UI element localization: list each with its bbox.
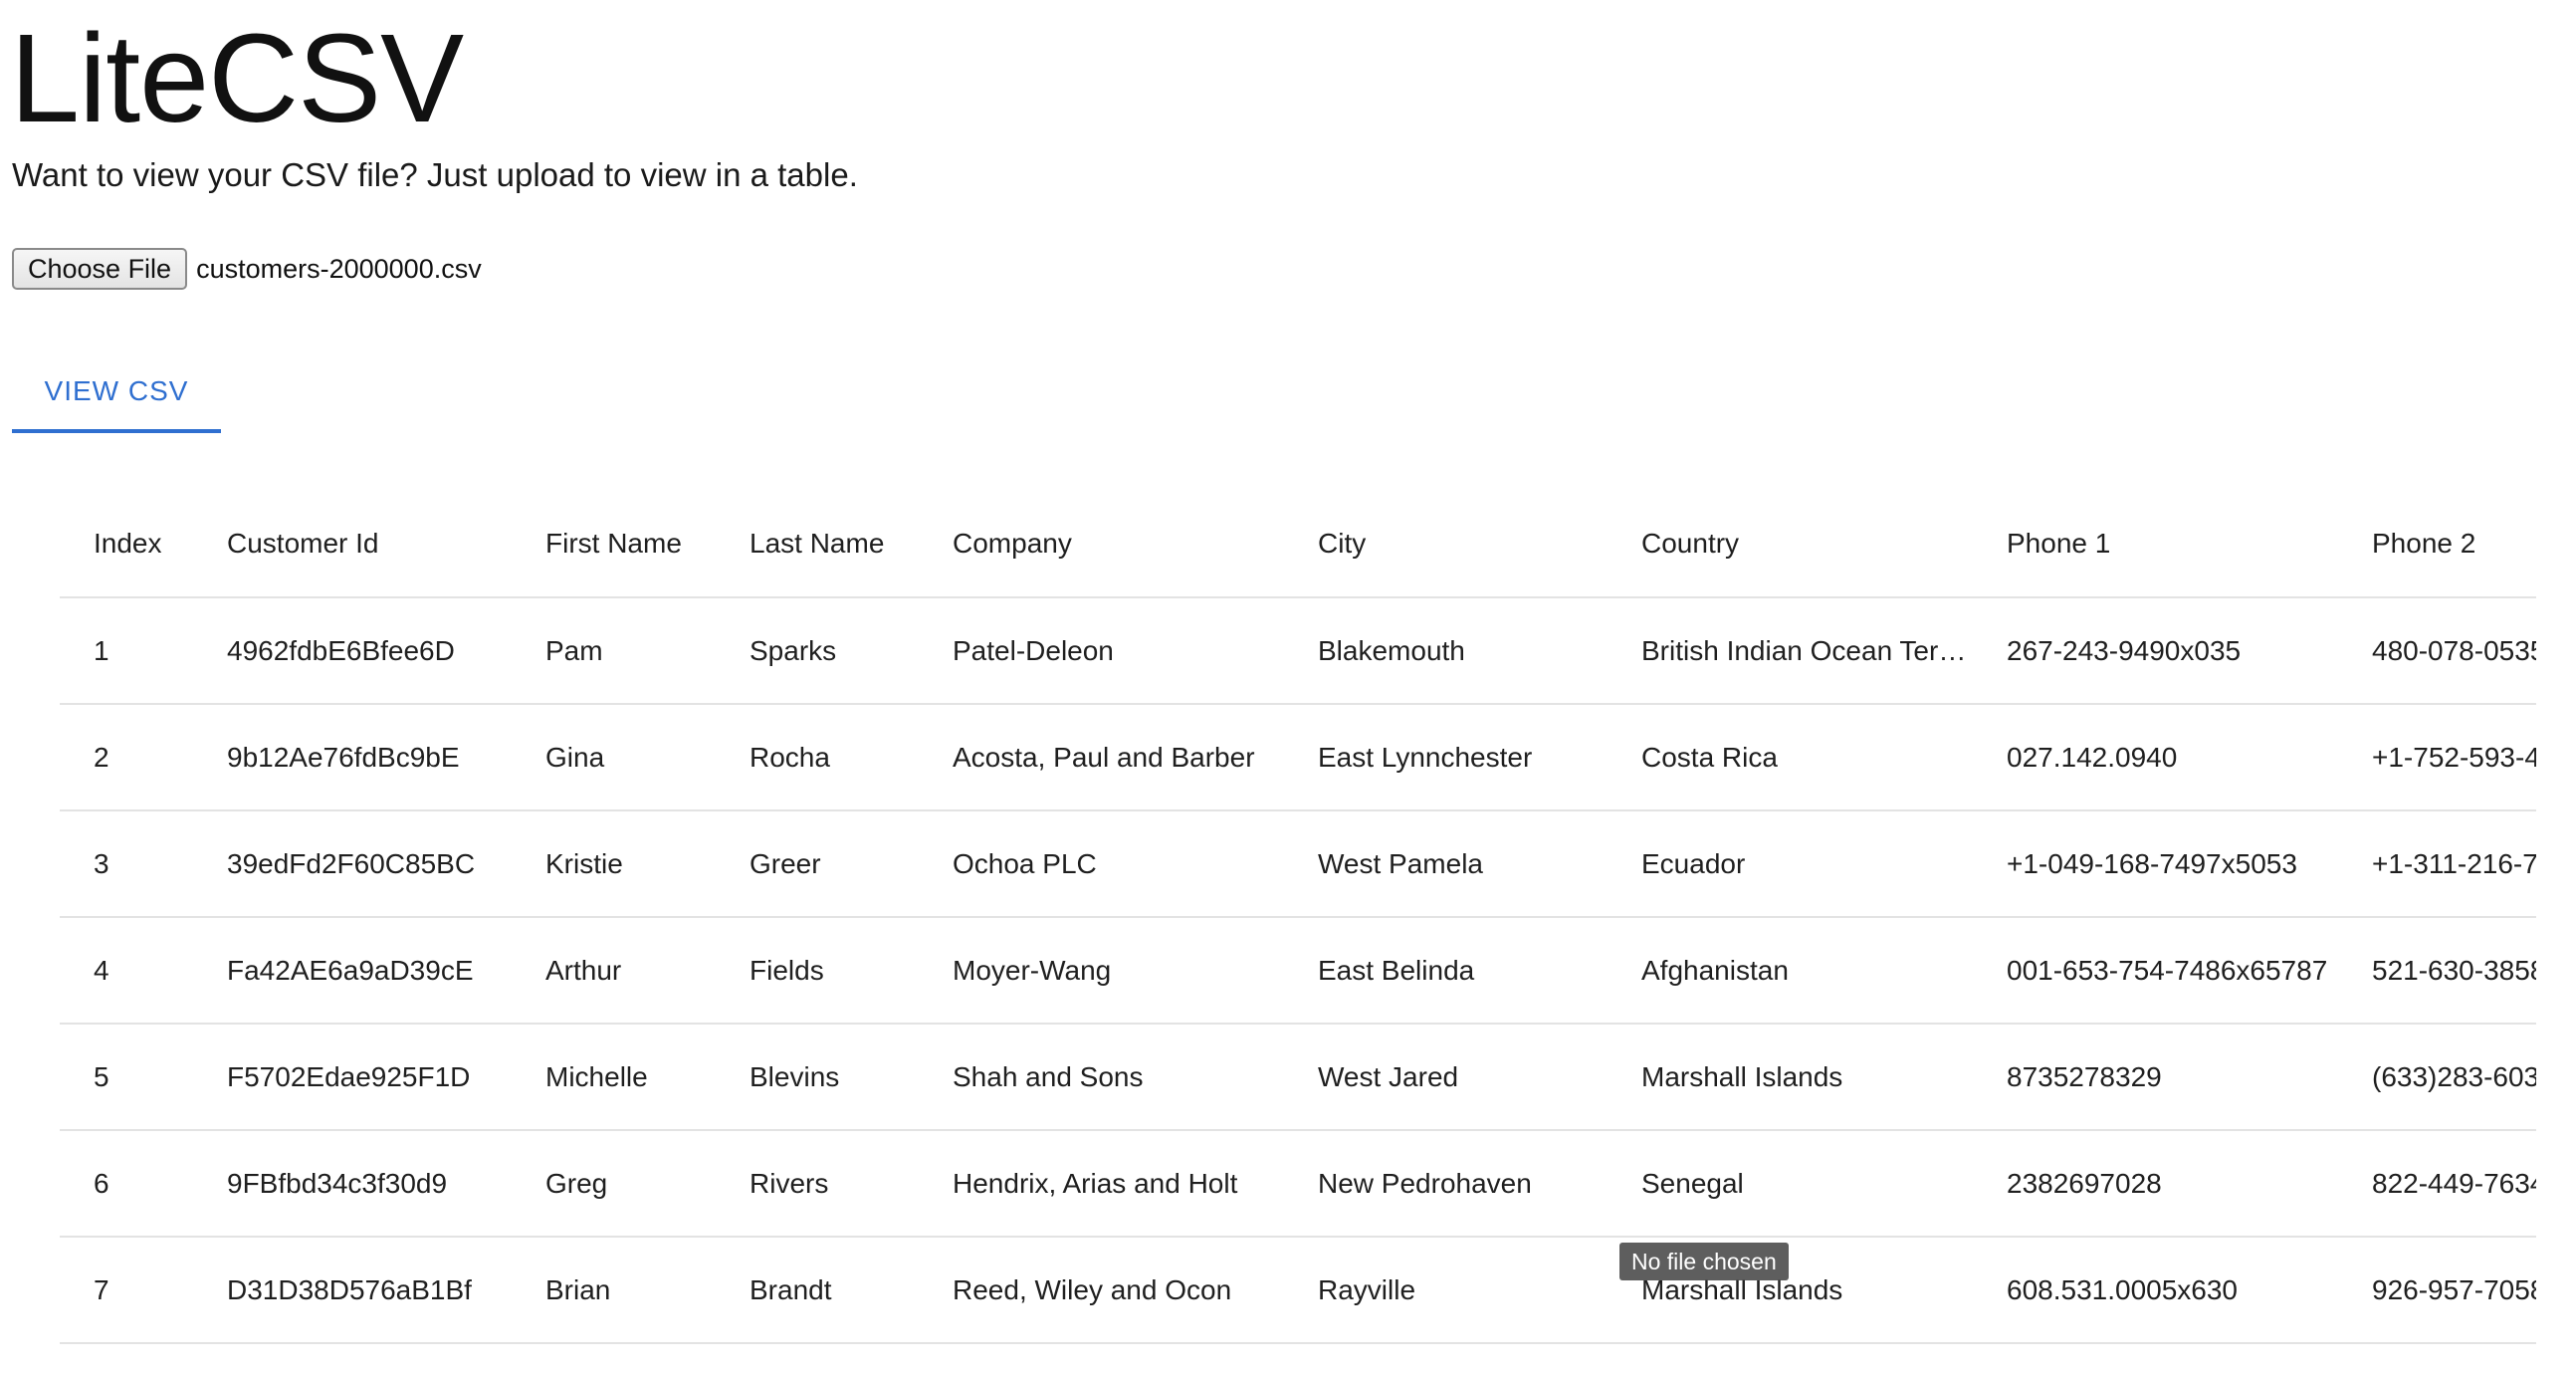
table-cell: Sparks <box>716 597 919 705</box>
column-header: First Name <box>512 490 716 598</box>
table-body: 1 4962fdbE6Bfee6D Pam Sparks Patel-Deleon Bla… <box>60 597 2536 1344</box>
table-cell: 6 <box>60 1130 193 1238</box>
table-cell: Fields <box>716 917 919 1025</box>
column-header: Phone 2 <box>2338 490 2536 598</box>
table-cell: Rocha <box>716 704 919 811</box>
table-cell: Afghanistan <box>1608 917 1973 1025</box>
table-cell: 027.142.0940 <box>1973 704 2338 811</box>
table-cell: 267-243-9490x035 <box>1973 597 2338 705</box>
column-header: Customer Id <box>193 490 512 598</box>
table-cell: D31D38D576aB1Bf <box>193 1237 512 1344</box>
table-cell: Rayville <box>1284 1237 1608 1344</box>
table-cell: +1-752-593-4777x07171 <box>2338 704 2536 811</box>
table-cell: 001-653-754-7486x65787 <box>1973 917 2338 1025</box>
table-cell: Costa Rica <box>1608 704 1973 811</box>
table-cell: Arthur <box>512 917 716 1025</box>
table-cell: Patel-Deleon <box>919 597 1284 705</box>
table-cell: Moyer-Wang <box>919 917 1284 1025</box>
table-cell: +1-049-168-7497x5053 <box>1973 810 2338 918</box>
table-cell: Greer <box>716 810 919 918</box>
table-cell: Hendrix, Arias and Holt <box>919 1130 1284 1238</box>
table-cell: Shah and Sons <box>919 1024 1284 1131</box>
table-cell: 4962fdbE6Bfee6D <box>193 597 512 705</box>
table-cell: West Jared <box>1284 1024 1608 1131</box>
table-cell: 521-630-3858x953 <box>2338 917 2536 1025</box>
table-cell: Ochoa PLC <box>919 810 1284 918</box>
table-cell: 480-078-0535x889 <box>2338 597 2536 705</box>
table-cell: 4 <box>60 917 193 1025</box>
tab-view-csv[interactable]: VIEW CSV <box>12 353 221 433</box>
table-cell: British Indian Ocean Territory (Chagos A… <box>1608 597 1973 705</box>
table-cell: Acosta, Paul and Barber <box>919 704 1284 811</box>
table-cell: 1 <box>60 597 193 705</box>
column-header: Country <box>1608 490 1973 598</box>
table-cell: Blakemouth <box>1284 597 1608 705</box>
table-row[interactable]: 7 D31D38D576aB1Bf Brian Brandt Reed, Wiley a… <box>60 1237 2536 1344</box>
table-cell: West Pamela <box>1284 810 1608 918</box>
table-row[interactable]: 6 9FBfbd34c3f30d9 Greg Rivers Hendrix, Arias… <box>60 1130 2536 1238</box>
table-cell: Greg <box>512 1130 716 1238</box>
table-cell: Brian <box>512 1237 716 1344</box>
table-row[interactable]: 3 39edFd2F60C85BC Kristie Greer Ochoa PLC Wes… <box>60 810 2536 918</box>
column-header: Last Name <box>716 490 919 598</box>
table-cell: 608.531.0005x630 <box>1973 1237 2338 1344</box>
litecsv-page: LiteCSV Want to view your CSV file? Just… <box>0 0 2576 1378</box>
csv-table: Index Customer Id First Name Last Name Compa… <box>60 490 2536 1344</box>
table-cell: 2 <box>60 704 193 811</box>
column-header: City <box>1284 490 1608 598</box>
table-cell: East Lynnchester <box>1284 704 1608 811</box>
table-cell: Senegal <box>1608 1130 1973 1238</box>
app-subtitle: Want to view your CSV file? Just upload … <box>12 156 858 193</box>
column-header: Index <box>60 490 193 598</box>
choose-file-button[interactable]: Choose File <box>12 248 188 290</box>
table-row[interactable]: 1 4962fdbE6Bfee6D Pam Sparks Patel-Deleon Bla… <box>60 597 2536 705</box>
table-cell: 5 <box>60 1024 193 1131</box>
csv-table-container[interactable]: Index Customer Id First Name Last Name Compa… <box>60 490 2536 1378</box>
table-cell: Kristie <box>512 810 716 918</box>
table-cell: Michelle <box>512 1024 716 1131</box>
column-header: Phone 1 <box>1973 490 2338 598</box>
selected-file-name[interactable]: customers-2000000.csv <box>196 254 482 285</box>
table-cell: Ecuador <box>1608 810 1973 918</box>
table-header-row: Index Customer Id First Name Last Name Compa… <box>60 490 2536 598</box>
table-row[interactable]: 4 Fa42AE6a9aD39cE Arthur Fields Moyer-Wang Ea… <box>60 917 2536 1025</box>
table-cell: (633)283-6034x500 <box>2338 1024 2536 1131</box>
table-cell: 7 <box>60 1237 193 1344</box>
table-cell: Fa42AE6a9aD39cE <box>193 917 512 1025</box>
table-cell: East Belinda <box>1284 917 1608 1025</box>
table-cell: Pam <box>512 597 716 705</box>
file-input: Choose File customers-2000000.csv <box>12 248 482 290</box>
table-cell: Brandt <box>716 1237 919 1344</box>
table-cell: 9b12Ae76fdBc9bE <box>193 704 512 811</box>
table-cell: 3 <box>60 810 193 918</box>
table-cell: 39edFd2F60C85BC <box>193 810 512 918</box>
table-cell: Gina <box>512 704 716 811</box>
table-cell: 926-957-7058x33447 <box>2338 1237 2536 1344</box>
app-title: LiteCSV <box>10 8 464 148</box>
table-row[interactable]: 5 F5702Edae925F1D Michelle Blevins Shah and … <box>60 1024 2536 1131</box>
table-cell: F5702Edae925F1D <box>193 1024 512 1131</box>
table-cell: Reed, Wiley and Ocon <box>919 1237 1284 1344</box>
file-input-tooltip: No file chosen <box>1619 1243 1789 1280</box>
column-header: Company <box>919 490 1284 598</box>
table-cell: 9FBfbd34c3f30d9 <box>193 1130 512 1238</box>
table-row[interactable]: 2 9b12Ae76fdBc9bE Gina Rocha Acosta, Paul an… <box>60 704 2536 811</box>
table-cell: 8735278329 <box>1973 1024 2338 1131</box>
table-cell: 822-449-7634x82166 <box>2338 1130 2536 1238</box>
table-cell: +1-311-216-7855 <box>2338 810 2536 918</box>
table-cell: 2382697028 <box>1973 1130 2338 1238</box>
table-cell: New Pedrohaven <box>1284 1130 1608 1238</box>
table-cell: Blevins <box>716 1024 919 1131</box>
table-cell: Marshall Islands <box>1608 1024 1973 1131</box>
table-cell: Rivers <box>716 1130 919 1238</box>
